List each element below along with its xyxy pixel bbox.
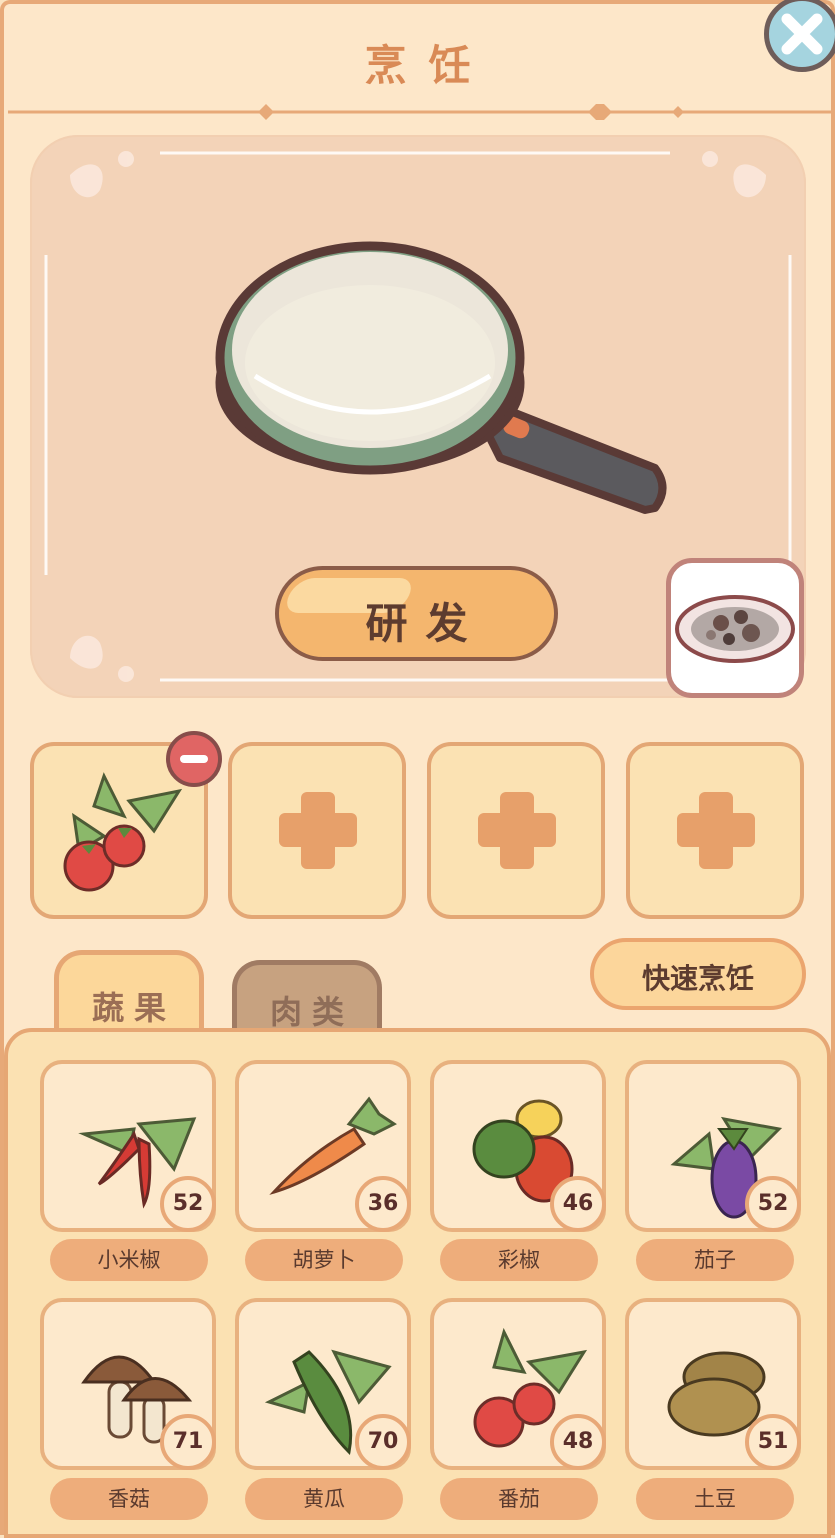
minus-icon (180, 755, 208, 763)
ingredient-name: 茄子 (636, 1239, 794, 1281)
ingredient-name: 小米椒 (50, 1239, 208, 1281)
tab-vegetables-label: 蔬果 (91, 989, 176, 1027)
plus-icon-bar (279, 813, 357, 847)
recipe-dish-slot[interactable] (666, 558, 804, 698)
ingredient-card-tomato[interactable]: 48 (430, 1298, 606, 1470)
ingredient-count: 48 (550, 1414, 606, 1470)
ingredient-card-carrot[interactable]: 36 (235, 1060, 411, 1232)
ingredient-count: 70 (355, 1414, 411, 1470)
ingredient-name: 黄瓜 (245, 1478, 403, 1520)
remove-ingredient-button[interactable] (166, 731, 222, 787)
ingredient-card-bell-pepper[interactable]: 46 (430, 1060, 606, 1232)
ingredient-name: 土豆 (636, 1478, 794, 1520)
plus-icon-bar (478, 813, 556, 847)
ingredient-card-potato[interactable]: 51 (625, 1298, 801, 1470)
ingredient-name: 香菇 (50, 1478, 208, 1520)
tab-meat[interactable]: 肉类 (232, 960, 382, 1035)
ingredient-count: 51 (745, 1414, 801, 1470)
close-button[interactable] (764, 0, 835, 72)
ingredient-card-eggplant[interactable]: 52 (625, 1060, 801, 1232)
develop-label: 研发 (365, 599, 486, 648)
quick-cook-button[interactable]: 快速烹饪 (590, 938, 806, 1010)
ingredient-name: 番茄 (440, 1478, 598, 1520)
ingredient-count: 52 (160, 1176, 216, 1232)
ingredient-slot-4[interactable] (626, 742, 804, 919)
ingredient-card-chili[interactable]: 52 (40, 1060, 216, 1232)
ingredient-name: 胡萝卜 (245, 1239, 403, 1281)
develop-button[interactable]: 研发 (275, 566, 558, 661)
frying-pan-icon (215, 241, 667, 514)
ingredient-count: 52 (745, 1176, 801, 1232)
header-bar: 烹饪 (0, 0, 835, 124)
ingredient-name: 彩椒 (440, 1239, 598, 1281)
quick-cook-label: 快速烹饪 (641, 962, 754, 995)
ingredient-slot-2[interactable] (228, 742, 406, 919)
tab-meat-label: 肉类 (269, 993, 354, 1031)
plus-icon-bar (677, 813, 755, 847)
ingredient-slot-3[interactable] (427, 742, 605, 919)
ingredient-count: 71 (160, 1414, 216, 1470)
ingredient-count: 36 (355, 1176, 411, 1232)
ingredient-card-mushroom[interactable]: 71 (40, 1298, 216, 1470)
ingredient-card-cucumber[interactable]: 70 (235, 1298, 411, 1470)
dish-icon (675, 595, 795, 663)
page-title: 烹饪 (364, 41, 493, 90)
ingredient-count: 46 (550, 1176, 606, 1232)
tab-vegetables[interactable]: 蔬果 (54, 950, 204, 1035)
close-icon (781, 13, 823, 55)
